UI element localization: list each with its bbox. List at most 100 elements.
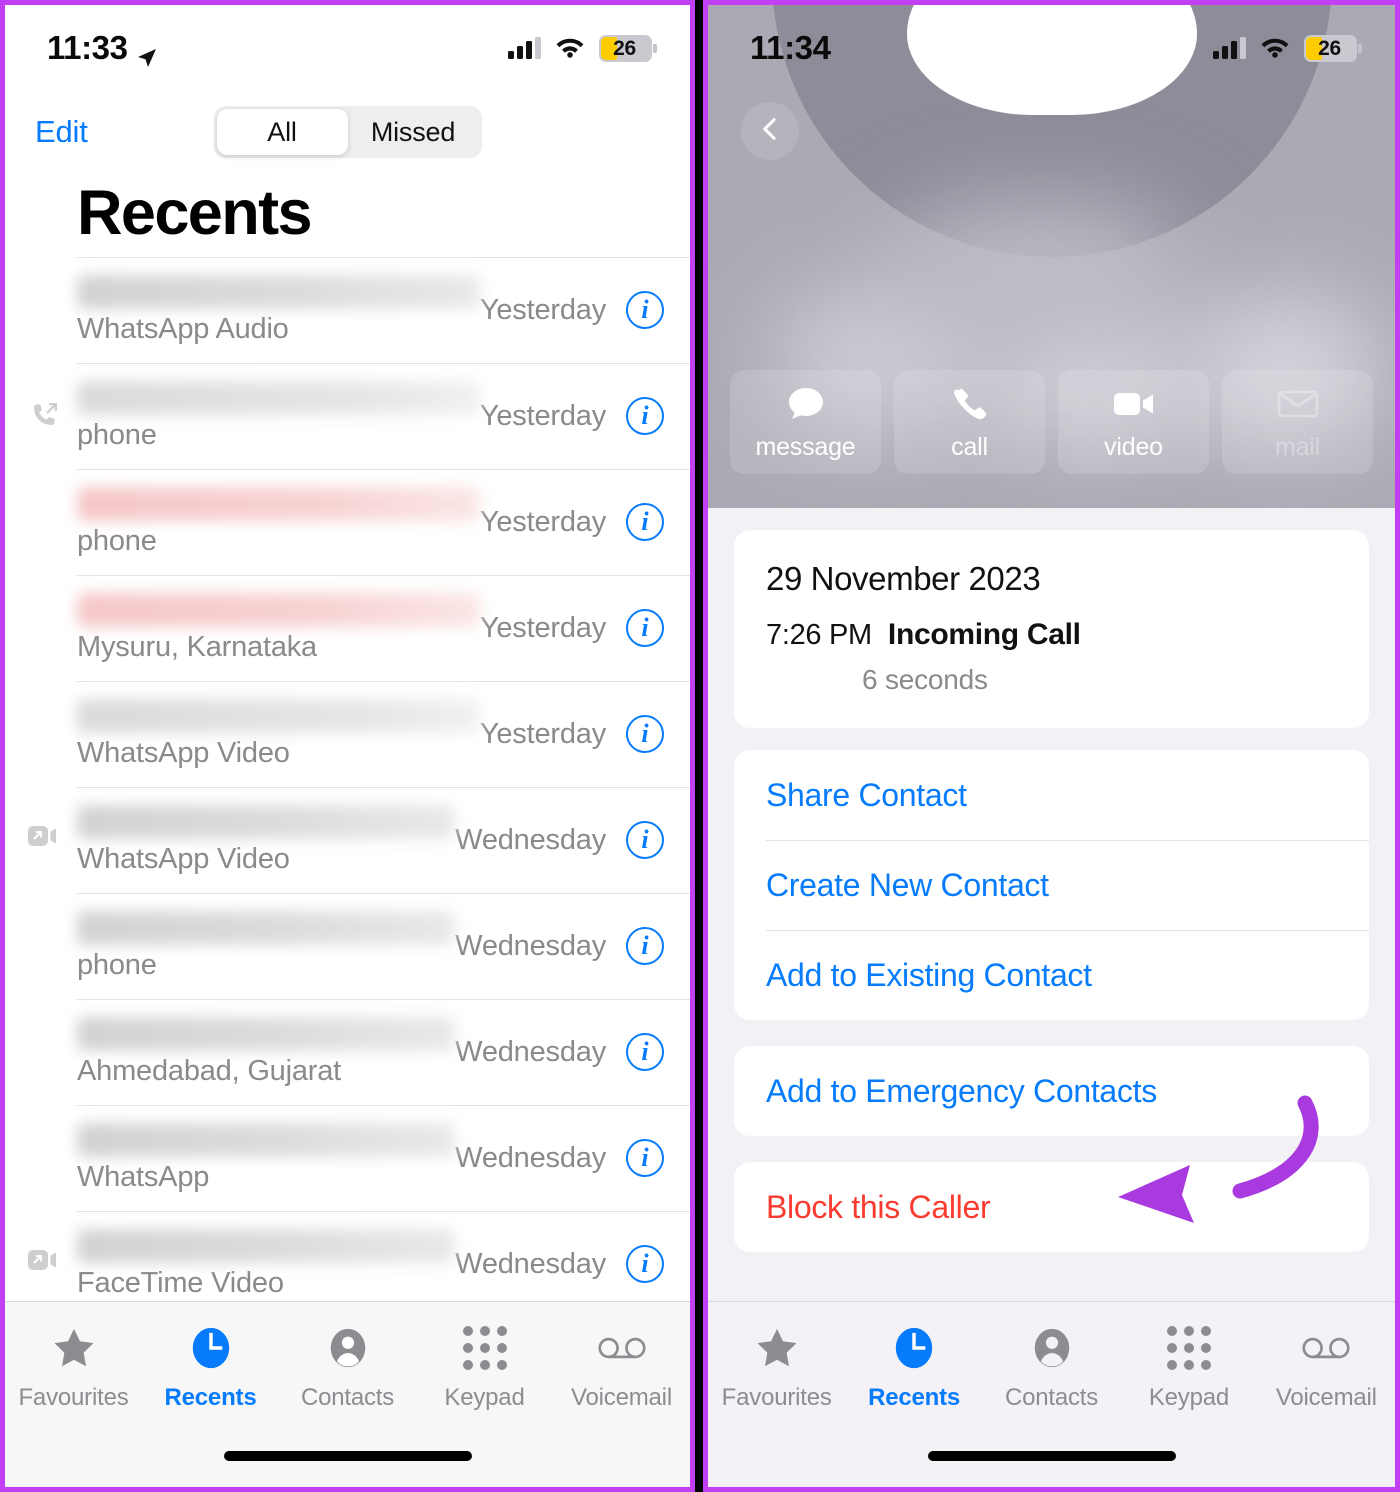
- status-time-left-text: 11:33: [47, 29, 128, 66]
- table-row[interactable]: phone Yesterday i: [5, 469, 690, 575]
- tab-contacts[interactable]: Contacts: [983, 1324, 1120, 1412]
- block-this-caller-button[interactable]: Block this Caller: [734, 1162, 1369, 1252]
- call-row-right: Wednesday i: [455, 821, 664, 859]
- call-date: 29 November 2023: [766, 560, 1041, 597]
- tab-label: Favourites: [18, 1384, 129, 1411]
- tab-label: Keypad: [444, 1384, 525, 1411]
- block-actions-card: Block this Caller: [734, 1162, 1369, 1252]
- call-info-button[interactable]: i: [626, 927, 664, 965]
- redacted-contact-name: [77, 910, 456, 945]
- message-action-button[interactable]: message: [730, 370, 881, 474]
- call-info-content: 29 November 2023 7:26 PM Incoming Call 6…: [734, 530, 1369, 728]
- call-subtitle: WhatsApp Video: [77, 736, 290, 769]
- call-row-right: Yesterday i: [480, 397, 664, 435]
- call-action-button[interactable]: call: [894, 370, 1045, 474]
- location-arrow-icon: [137, 38, 157, 67]
- call-row-right: Yesterday i: [480, 503, 664, 541]
- table-row[interactable]: Ahmedabad, Gujarat Wednesday i: [5, 999, 690, 1105]
- right-phone-panel: 11:34 26 message call video mail 29 Nove…: [703, 0, 1400, 1492]
- status-indicators-right: 26: [1213, 34, 1362, 63]
- tab-voicemail[interactable]: Voicemail: [1258, 1324, 1395, 1412]
- call-info-button[interactable]: i: [626, 291, 664, 329]
- tab-favourites[interactable]: Favourites: [708, 1324, 845, 1412]
- call-detail-screen: 11:34 26 message call video mail 29 Nove…: [708, 5, 1395, 1487]
- tab-recents[interactable]: Recents: [142, 1324, 279, 1412]
- redacted-contact-name: [77, 486, 480, 521]
- call-info-button[interactable]: i: [626, 503, 664, 541]
- tab-bar-left: Favourites Recents Contacts Keypad Voice…: [5, 1301, 690, 1487]
- call-subtitle: phone: [77, 948, 157, 981]
- back-button[interactable]: [741, 102, 799, 160]
- segment-missed[interactable]: Missed: [348, 109, 479, 155]
- table-row[interactable]: Mysuru, Karnataka Yesterday i: [5, 575, 690, 681]
- redacted-contact-name: [77, 804, 456, 839]
- battery-percent-right: 26: [1318, 36, 1341, 60]
- call-row-main: WhatsApp: [77, 1122, 456, 1194]
- call-timestamp: Wednesday: [455, 823, 606, 856]
- call-timestamp: Yesterday: [479, 611, 606, 644]
- keypad-icon: [461, 1324, 509, 1372]
- home-indicator: [223, 1451, 472, 1461]
- tab-label: Keypad: [1148, 1384, 1230, 1411]
- add-to-existing-contact-button[interactable]: Add to Existing Contact: [734, 930, 1369, 1020]
- call-row-main: phone: [77, 380, 480, 452]
- call-info-button[interactable]: i: [626, 609, 664, 647]
- call-row-right: Wednesday i: [455, 1245, 664, 1283]
- video-action-button[interactable]: video: [1058, 370, 1209, 474]
- call-info-card: 29 November 2023 7:26 PM Incoming Call 6…: [734, 530, 1369, 728]
- call-filter-segmented-control[interactable]: All Missed: [213, 106, 482, 158]
- table-row[interactable]: WhatsApp Audio Yesterday i: [5, 257, 690, 363]
- table-row[interactable]: WhatsApp Wednesday i: [5, 1105, 690, 1211]
- status-time-left: 11:33: [47, 29, 157, 67]
- call-info-button[interactable]: i: [626, 1033, 664, 1071]
- call-info-button[interactable]: i: [626, 821, 664, 859]
- tab-keypad[interactable]: Keypad: [1120, 1324, 1257, 1412]
- tab-contacts[interactable]: Contacts: [279, 1324, 416, 1412]
- call-subtitle: Mysuru, Karnataka: [77, 630, 317, 663]
- table-row[interactable]: phone Wednesday i: [5, 893, 690, 999]
- tab-keypad[interactable]: Keypad: [416, 1324, 553, 1412]
- left-phone-panel: 11:33 26 Edit All Missed Recents WhatsAp…: [0, 0, 695, 1492]
- redacted-contact-name: [77, 592, 480, 627]
- edit-button[interactable]: Edit: [35, 114, 88, 150]
- redacted-contact-name: [77, 1122, 456, 1157]
- call-info-button[interactable]: i: [626, 397, 664, 435]
- call-row-right: Yesterday i: [480, 291, 664, 329]
- add-to-emergency-contacts-button[interactable]: Add to Emergency Contacts: [734, 1046, 1369, 1136]
- tab-label: Favourites: [721, 1384, 832, 1411]
- redacted-contact-name: [77, 274, 480, 309]
- segment-all[interactable]: All: [216, 109, 348, 155]
- call-row-main: WhatsApp Video: [77, 698, 480, 770]
- wifi-icon: [554, 34, 586, 63]
- redacted-contact-name: [77, 380, 480, 415]
- call-row-right: Wednesday i: [455, 1033, 664, 1071]
- call-info-button[interactable]: i: [626, 1139, 664, 1177]
- quick-action-label: message: [755, 432, 856, 461]
- wifi-icon: [1259, 34, 1291, 63]
- share-contact-button[interactable]: Share Contact: [734, 750, 1369, 840]
- page-title: Recents: [77, 178, 313, 248]
- redacted-contact-name: [77, 698, 480, 733]
- call-timestamp: Wednesday: [455, 1247, 606, 1280]
- call-info-button[interactable]: i: [626, 715, 664, 753]
- voicemail-icon: [1302, 1324, 1350, 1372]
- phone-handset-icon: [951, 383, 989, 425]
- call-timestamp: Yesterday: [479, 505, 606, 538]
- create-new-contact-button[interactable]: Create New Contact: [734, 840, 1369, 930]
- tab-recents[interactable]: Recents: [845, 1324, 982, 1412]
- battery-icon: 26: [1304, 34, 1362, 62]
- call-detail-body: 29 November 2023 7:26 PM Incoming Call 6…: [708, 508, 1395, 1301]
- recents-nav-row: Edit All Missed: [5, 101, 690, 163]
- call-row-main: WhatsApp Video: [77, 804, 456, 876]
- call-info-button[interactable]: i: [626, 1245, 664, 1283]
- table-row[interactable]: WhatsApp Video Yesterday i: [5, 681, 690, 787]
- table-row[interactable]: WhatsApp Video Wednesday i: [5, 787, 690, 893]
- tab-voicemail[interactable]: Voicemail: [553, 1324, 690, 1412]
- cellular-bars-icon: [508, 37, 541, 59]
- table-row[interactable]: phone Yesterday i: [5, 363, 690, 469]
- call-time: 7:26 PM: [766, 619, 872, 651]
- tab-label: Contacts: [300, 1384, 395, 1411]
- battery-icon: 26: [599, 34, 657, 62]
- tab-favourites[interactable]: Favourites: [5, 1324, 142, 1412]
- redacted-contact-name: [77, 1228, 456, 1263]
